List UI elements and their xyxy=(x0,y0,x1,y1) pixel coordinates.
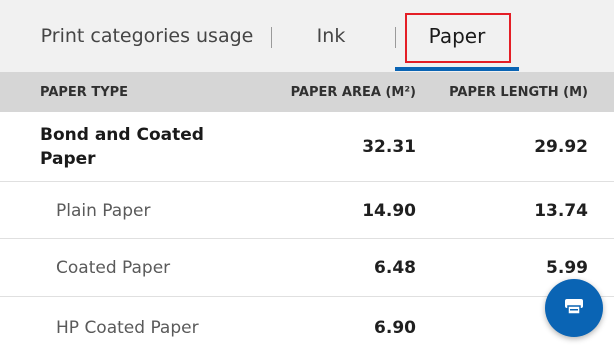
paper-area-cell: 32.31 xyxy=(362,137,416,157)
table-row[interactable]: Bond and Coated Paper 32.31 29.92 xyxy=(0,112,614,182)
header-paper-type[interactable]: PAPER TYPE xyxy=(40,72,128,112)
paper-type-cell: Bond and Coated Paper xyxy=(40,125,204,169)
paper-length-cell: 13.74 xyxy=(534,200,588,221)
table-row[interactable]: Coated Paper 6.48 5.99 xyxy=(0,239,614,297)
paper-area-cell: 6.90 xyxy=(374,318,416,338)
active-tab-indicator xyxy=(395,67,519,71)
table-header: PAPER TYPE PAPER AREA (M²) PAPER LENGTH … xyxy=(0,72,614,112)
table-row[interactable]: HP Coated Paper 6.90 6 xyxy=(0,297,614,359)
tab-print-categories-usage[interactable]: Print categories usage xyxy=(28,0,266,72)
tab-ink[interactable]: Ink xyxy=(279,0,383,72)
paper-type-cell: Coated Paper xyxy=(56,258,171,278)
paper-area-cell: 6.48 xyxy=(374,258,416,278)
paper-type-cell: HP Coated Paper xyxy=(56,318,199,338)
printer-icon xyxy=(561,293,587,323)
highlight-box xyxy=(405,13,511,63)
tab-divider xyxy=(271,27,272,48)
paper-area-cell: 14.90 xyxy=(362,200,416,221)
paper-length-cell: 29.92 xyxy=(534,137,588,157)
header-paper-area[interactable]: PAPER AREA (M²) xyxy=(260,72,416,112)
paper-type-cell: Plain Paper xyxy=(56,200,151,221)
tab-bar: Print categories usage Ink Paper xyxy=(0,0,614,72)
header-paper-length[interactable]: PAPER LENGTH (M) xyxy=(430,72,588,112)
table-row[interactable]: Plain Paper 14.90 13.74 xyxy=(0,182,614,239)
print-fab-button[interactable] xyxy=(545,279,603,337)
